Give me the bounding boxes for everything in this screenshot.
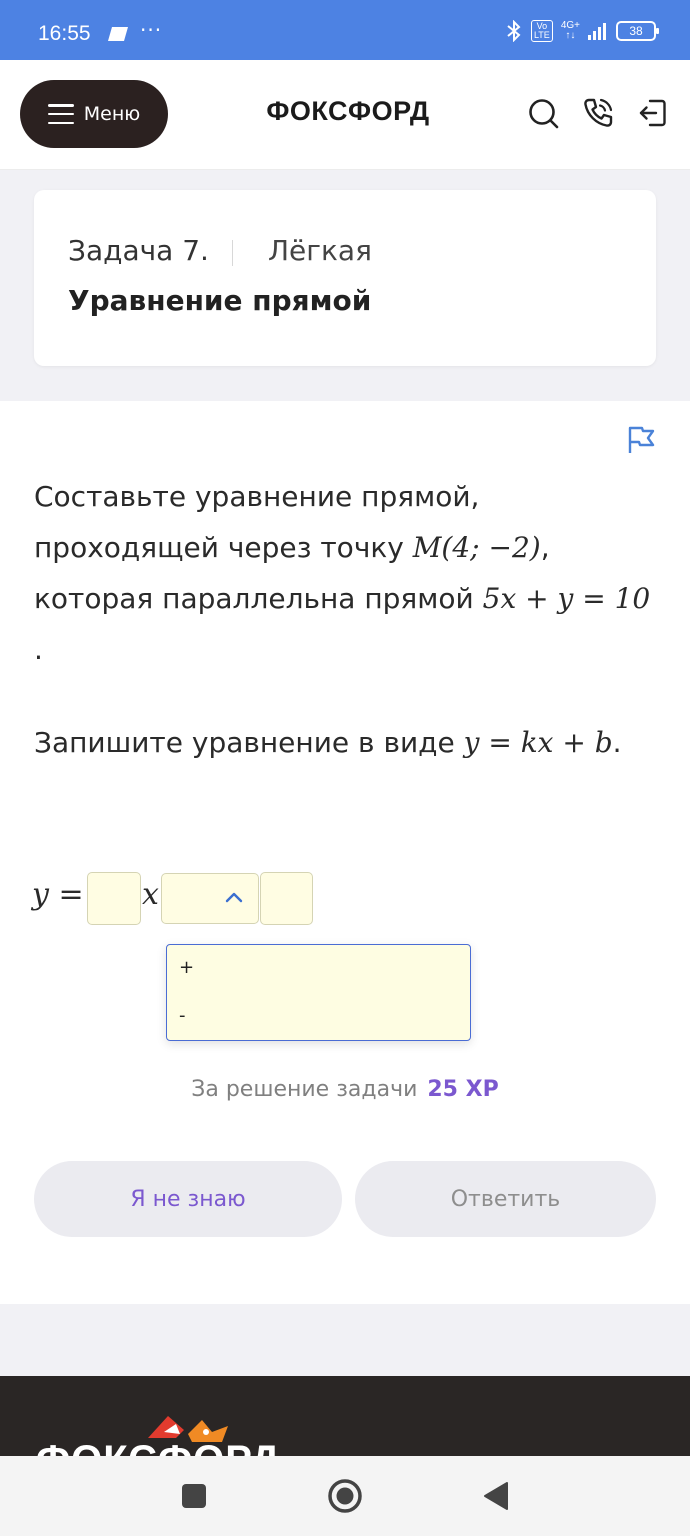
phone-icon[interactable]	[581, 96, 615, 130]
status-bar: 16:55 ··· Vo LTE 4G+ ↑↓ 38	[0, 0, 690, 60]
task-title: Уравнение прямой	[68, 284, 372, 317]
status-time: 16:55	[38, 22, 91, 45]
reward-label: За решение задачи	[191, 1077, 418, 1102]
status-right: Vo LTE 4G+ ↑↓ 38	[505, 20, 659, 42]
back-icon[interactable]	[482, 1481, 510, 1511]
answer-x: x	[142, 877, 159, 912]
reward-xp: 25 XP	[427, 1077, 499, 1102]
task-body: Составьте уравнение прямой, проходящей ч…	[0, 401, 690, 1304]
answer-button[interactable]: Ответить	[355, 1161, 656, 1237]
instruction-end: .	[612, 726, 622, 759]
foxford-logo[interactable]: ФОКСФОРД	[248, 96, 448, 127]
system-nav-bar	[0, 1456, 690, 1536]
report-flag-icon[interactable]	[626, 425, 656, 455]
search-icon[interactable]	[526, 96, 560, 130]
sign-select[interactable]	[161, 873, 259, 924]
sign-dropdown: + -	[166, 944, 471, 1041]
form-formula: y = kx + b	[463, 726, 613, 759]
volte-icon: Vo LTE	[530, 20, 553, 42]
reward-info: За решение задачи 25 XP	[0, 1077, 690, 1102]
home-icon[interactable]	[327, 1478, 363, 1514]
point-formula: M(4; −2)	[412, 531, 541, 564]
battery-icon: 38	[616, 21, 659, 41]
problem-text-3: .	[34, 633, 43, 666]
menu-label: Меню	[83, 103, 141, 125]
bluetooth-icon	[507, 20, 521, 42]
recents-icon[interactable]	[181, 1483, 207, 1509]
b-input[interactable]	[260, 872, 313, 925]
more-notifications-icon: ···	[140, 18, 163, 42]
footer-logo: ФОКСФОРД	[36, 1438, 280, 1456]
cast-icon	[108, 27, 128, 41]
answer-y-equals: y =	[32, 877, 84, 912]
problem-statement: Составьте уравнение прямой, проходящей ч…	[34, 471, 664, 675]
task-card: Задача 7. Лёгкая Уравнение прямой	[34, 190, 656, 366]
logout-icon[interactable]	[636, 96, 670, 130]
divider	[232, 240, 233, 266]
menu-button[interactable]: Меню	[20, 80, 168, 148]
menu-icon	[47, 104, 74, 124]
site-header: Меню ФОКСФОРД	[0, 60, 690, 170]
network-type: 4G+ ↑↓	[560, 20, 580, 41]
option-minus[interactable]: -	[179, 1005, 186, 1026]
option-plus[interactable]: +	[179, 957, 194, 978]
instruction: Запишите уравнение в виде y = kx + b.	[34, 717, 664, 768]
k-input[interactable]	[87, 872, 141, 925]
chevron-up-icon	[225, 892, 243, 903]
dont-know-button[interactable]: Я не знаю	[34, 1161, 342, 1237]
task-difficulty: Лёгкая	[268, 234, 372, 267]
signal-icon	[588, 23, 606, 40]
site-footer: ФОКСФОРД	[0, 1376, 690, 1456]
line-formula: 5x + y = 10	[482, 582, 651, 615]
task-number: Задача 7.	[68, 234, 209, 267]
instruction-text: Запишите уравнение в виде	[34, 726, 464, 759]
